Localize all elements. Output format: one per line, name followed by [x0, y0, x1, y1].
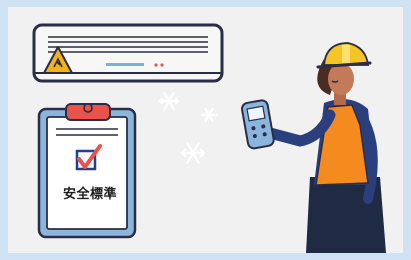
snowflake-icon [200, 107, 218, 123]
snowflake-icon [180, 142, 206, 164]
clipboard-label: 安全標準 [62, 187, 117, 202]
illustration [32, 23, 386, 253]
illustration-scene: 安全標準 [8, 7, 403, 253]
remote-control-icon [241, 99, 275, 150]
clipboard [37, 103, 137, 239]
snowflake-icon [158, 92, 180, 110]
worker [260, 42, 386, 253]
